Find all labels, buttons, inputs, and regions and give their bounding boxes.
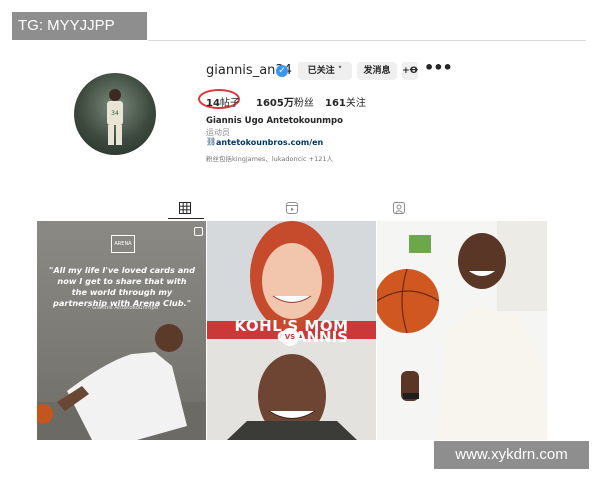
divider [148, 40, 586, 41]
tagged-icon[interactable] [393, 202, 405, 214]
followers-stat[interactable]: 1605万粉丝 [256, 94, 314, 109]
post-thumbnail-arena-club[interactable]: ARENA "All my life I've loved cards and … [37, 221, 206, 440]
vs-badge: VS [281, 328, 299, 346]
player-photo-2 [377, 221, 547, 440]
player-photo [37, 324, 206, 440]
posts-stat[interactable]: 14帖子 [206, 94, 240, 109]
following-stat[interactable]: 161关注 [325, 94, 366, 109]
verified-badge-icon: ✓ [276, 65, 288, 77]
full-name: Giannis Ugo Antetokounmpo [206, 116, 343, 126]
reels-icon[interactable] [286, 202, 298, 214]
followers-label: 粉丝 [293, 98, 314, 109]
following-count: 161 [325, 98, 346, 109]
avatar-photo: 34 [107, 89, 123, 145]
message-button[interactable]: 发消息 [357, 62, 397, 80]
avatar[interactable]: 34 [74, 73, 156, 155]
grid-icon[interactable] [179, 202, 191, 214]
arena-logo: ARENA [111, 235, 135, 253]
followed-by[interactable]: 粉丝包括kingjames、lukadoncic +121人 [206, 153, 333, 163]
quote-author: ~ Giannis Antetokounmpo [85, 305, 159, 311]
posts-count: 14 [206, 98, 220, 109]
carousel-icon [194, 227, 203, 236]
posts-label: 帖子 [219, 98, 240, 109]
post-quote: "All my life I've loved cards and now I … [49, 265, 195, 308]
more-options-icon[interactable]: ••• [424, 58, 453, 77]
following-label: 关注 [345, 98, 366, 109]
add-user-icon[interactable]: +Ꝋ [402, 62, 418, 80]
profile-link[interactable]: antetokounbros.com/en [216, 138, 323, 147]
followers-count: 1605万 [256, 98, 294, 109]
post-thumbnail-kohls-mom-vs-giannis[interactable]: KOHL'S MOM GIANNIS VS [207, 221, 376, 440]
watermark-top: TG: MYYJJPP [12, 12, 147, 40]
following-button[interactable]: 已关注 ˅ [298, 62, 352, 80]
active-tab-indicator [168, 218, 204, 219]
post-thumbnail-basketball-spin[interactable] [377, 221, 547, 440]
svg-text:34: 34 [111, 110, 119, 117]
link-icon: ⛓ [206, 137, 217, 146]
watermark-bottom: www.xykdrn.com [434, 441, 589, 469]
